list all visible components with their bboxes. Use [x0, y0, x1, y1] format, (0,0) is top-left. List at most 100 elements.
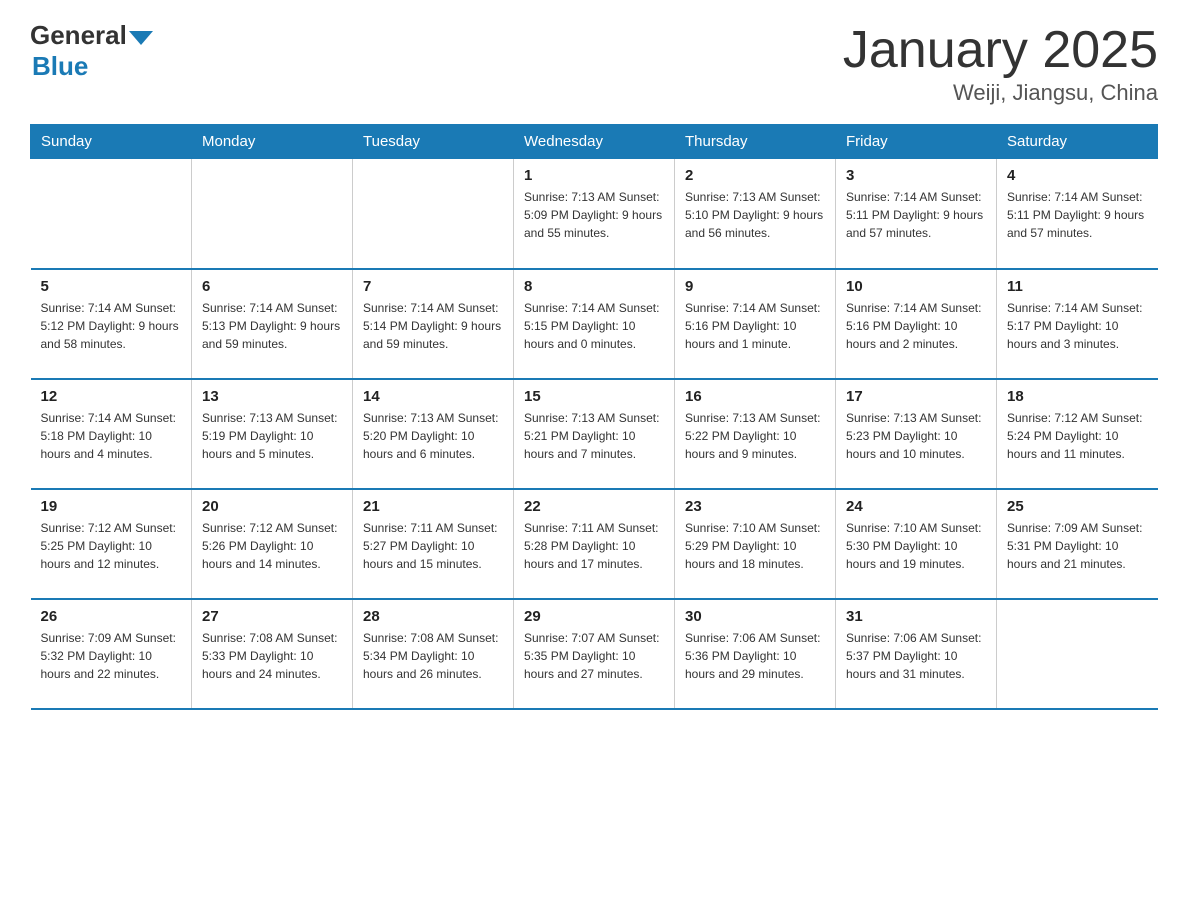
calendar-cell: 22 Sunrise: 7:11 AM Sunset: 5:28 PM Dayli… [514, 489, 675, 599]
day-info: Sunrise: 7:14 AM Sunset: 5:11 PM Dayligh… [1007, 188, 1148, 242]
day-number: 30 [685, 608, 825, 625]
day-number: 16 [685, 388, 825, 405]
day-number: 9 [685, 278, 825, 295]
day-info: Sunrise: 7:14 AM Sunset: 5:17 PM Dayligh… [1007, 299, 1148, 353]
calendar-cell: 29Sunrise: 7:07 AM Sunset: 5:35 PM Dayli… [514, 599, 675, 709]
day-number: 22 [524, 498, 664, 515]
calendar-cell: 6 Sunrise: 7:14 AM Sunset: 5:13 PM Daylig… [192, 269, 353, 379]
day-info: Sunrise: 7:14 AM Sunset: 5:15 PM Dayligh… [524, 299, 664, 353]
calendar-body: 1Sunrise: 7:13 AM Sunset: 5:09 PM Daylig… [31, 159, 1158, 709]
calendar-title: January 2025 [843, 20, 1158, 80]
calendar-cell: 15Sunrise: 7:13 AM Sunset: 5:21 PM Dayli… [514, 379, 675, 489]
day-info: Sunrise: 7:14 AM Sunset: 5:18 PM Dayligh… [41, 409, 182, 463]
day-info: Sunrise: 7:13 AM Sunset: 5:22 PM Dayligh… [685, 409, 825, 463]
day-number: 12 [41, 388, 182, 405]
header-day-wednesday: Wednesday [514, 125, 675, 159]
logo-blue-text: Blue [32, 51, 88, 81]
day-info: Sunrise: 7:13 AM Sunset: 5:23 PM Dayligh… [846, 409, 986, 463]
calendar-header: SundayMondayTuesdayWednesdayThursdayFrid… [31, 125, 1158, 159]
day-number: 29 [524, 608, 664, 625]
day-info: Sunrise: 7:13 AM Sunset: 5:19 PM Dayligh… [202, 409, 342, 463]
calendar-cell: 2 Sunrise: 7:13 AM Sunset: 5:10 PM Daylig… [675, 159, 836, 269]
day-info: Sunrise: 7:14 AM Sunset: 5:16 PM Dayligh… [685, 299, 825, 353]
page-header: General Blue January 2025 Weiji, Jiangsu… [30, 20, 1158, 106]
logo-general-text: General [30, 20, 127, 51]
day-info: Sunrise: 7:12 AM Sunset: 5:24 PM Dayligh… [1007, 409, 1148, 463]
calendar-week-2: 5Sunrise: 7:14 AM Sunset: 5:12 PM Daylig… [31, 269, 1158, 379]
day-number: 4 [1007, 167, 1148, 184]
day-number: 8 [524, 278, 664, 295]
calendar-cell: 26 Sunrise: 7:09 AM Sunset: 5:32 PM Dayli… [31, 599, 192, 709]
calendar-cell: 30 Sunrise: 7:06 AM Sunset: 5:36 PM Dayli… [675, 599, 836, 709]
calendar-cell: 14Sunrise: 7:13 AM Sunset: 5:20 PM Dayli… [353, 379, 514, 489]
day-number: 18 [1007, 388, 1148, 405]
logo: General Blue [30, 20, 153, 82]
calendar-week-5: 26 Sunrise: 7:09 AM Sunset: 5:32 PM Dayli… [31, 599, 1158, 709]
calendar-cell: 28Sunrise: 7:08 AM Sunset: 5:34 PM Dayli… [353, 599, 514, 709]
day-info: Sunrise: 7:14 AM Sunset: 5:13 PM Dayligh… [202, 299, 342, 353]
calendar-cell: 17 Sunrise: 7:13 AM Sunset: 5:23 PM Dayli… [836, 379, 997, 489]
day-number: 25 [1007, 498, 1148, 515]
calendar-cell: 13Sunrise: 7:13 AM Sunset: 5:19 PM Dayli… [192, 379, 353, 489]
day-number: 3 [846, 167, 986, 184]
day-number: 2 [685, 167, 825, 184]
day-number: 26 [41, 608, 182, 625]
calendar-cell [997, 599, 1158, 709]
day-info: Sunrise: 7:12 AM Sunset: 5:25 PM Dayligh… [41, 519, 182, 573]
day-info: Sunrise: 7:09 AM Sunset: 5:32 PM Dayligh… [41, 629, 182, 683]
calendar-cell: 23 Sunrise: 7:10 AM Sunset: 5:29 PM Dayli… [675, 489, 836, 599]
header-day-thursday: Thursday [675, 125, 836, 159]
day-number: 19 [41, 498, 182, 515]
header-day-saturday: Saturday [997, 125, 1158, 159]
day-number: 31 [846, 608, 986, 625]
day-info: Sunrise: 7:14 AM Sunset: 5:11 PM Dayligh… [846, 188, 986, 242]
header-day-monday: Monday [192, 125, 353, 159]
title-section: January 2025 Weiji, Jiangsu, China [843, 20, 1158, 106]
day-number: 23 [685, 498, 825, 515]
calendar-cell: 11 Sunrise: 7:14 AM Sunset: 5:17 PM Dayli… [997, 269, 1158, 379]
header-row: SundayMondayTuesdayWednesdayThursdayFrid… [31, 125, 1158, 159]
day-info: Sunrise: 7:13 AM Sunset: 5:09 PM Dayligh… [524, 188, 664, 242]
calendar-cell: 12 Sunrise: 7:14 AM Sunset: 5:18 PM Dayli… [31, 379, 192, 489]
calendar-cell: 1Sunrise: 7:13 AM Sunset: 5:09 PM Daylig… [514, 159, 675, 269]
day-number: 21 [363, 498, 503, 515]
day-info: Sunrise: 7:13 AM Sunset: 5:21 PM Dayligh… [524, 409, 664, 463]
day-number: 28 [363, 608, 503, 625]
day-number: 17 [846, 388, 986, 405]
calendar-week-4: 19 Sunrise: 7:12 AM Sunset: 5:25 PM Dayli… [31, 489, 1158, 599]
day-info: Sunrise: 7:14 AM Sunset: 5:12 PM Dayligh… [41, 299, 182, 353]
calendar-cell: 5Sunrise: 7:14 AM Sunset: 5:12 PM Daylig… [31, 269, 192, 379]
calendar-cell: 7Sunrise: 7:14 AM Sunset: 5:14 PM Daylig… [353, 269, 514, 379]
calendar-cell: 8 Sunrise: 7:14 AM Sunset: 5:15 PM Daylig… [514, 269, 675, 379]
day-info: Sunrise: 7:14 AM Sunset: 5:16 PM Dayligh… [846, 299, 986, 353]
calendar-cell [353, 159, 514, 269]
calendar-cell: 10 Sunrise: 7:14 AM Sunset: 5:16 PM Dayli… [836, 269, 997, 379]
calendar-cell: 19 Sunrise: 7:12 AM Sunset: 5:25 PM Dayli… [31, 489, 192, 599]
calendar-cell: 24 Sunrise: 7:10 AM Sunset: 5:30 PM Dayli… [836, 489, 997, 599]
day-number: 27 [202, 608, 342, 625]
calendar-cell: 20Sunrise: 7:12 AM Sunset: 5:26 PM Dayli… [192, 489, 353, 599]
logo-arrow-icon [129, 31, 141, 45]
calendar-cell: 4 Sunrise: 7:14 AM Sunset: 5:11 PM Daylig… [997, 159, 1158, 269]
day-number: 10 [846, 278, 986, 295]
calendar-cell [192, 159, 353, 269]
day-number: 24 [846, 498, 986, 515]
calendar-table: SundayMondayTuesdayWednesdayThursdayFrid… [30, 124, 1158, 710]
day-number: 11 [1007, 278, 1148, 295]
calendar-cell: 16 Sunrise: 7:13 AM Sunset: 5:22 PM Dayli… [675, 379, 836, 489]
header-day-tuesday: Tuesday [353, 125, 514, 159]
day-info: Sunrise: 7:10 AM Sunset: 5:30 PM Dayligh… [846, 519, 986, 573]
calendar-cell [31, 159, 192, 269]
day-number: 6 [202, 278, 342, 295]
header-day-sunday: Sunday [31, 125, 192, 159]
day-info: Sunrise: 7:10 AM Sunset: 5:29 PM Dayligh… [685, 519, 825, 573]
day-info: Sunrise: 7:13 AM Sunset: 5:10 PM Dayligh… [685, 188, 825, 242]
day-info: Sunrise: 7:11 AM Sunset: 5:28 PM Dayligh… [524, 519, 664, 573]
calendar-cell: 21Sunrise: 7:11 AM Sunset: 5:27 PM Dayli… [353, 489, 514, 599]
calendar-cell: 18 Sunrise: 7:12 AM Sunset: 5:24 PM Dayli… [997, 379, 1158, 489]
day-info: Sunrise: 7:13 AM Sunset: 5:20 PM Dayligh… [363, 409, 503, 463]
day-info: Sunrise: 7:12 AM Sunset: 5:26 PM Dayligh… [202, 519, 342, 573]
day-info: Sunrise: 7:06 AM Sunset: 5:36 PM Dayligh… [685, 629, 825, 683]
calendar-cell: 25Sunrise: 7:09 AM Sunset: 5:31 PM Dayli… [997, 489, 1158, 599]
day-info: Sunrise: 7:08 AM Sunset: 5:33 PM Dayligh… [202, 629, 342, 683]
